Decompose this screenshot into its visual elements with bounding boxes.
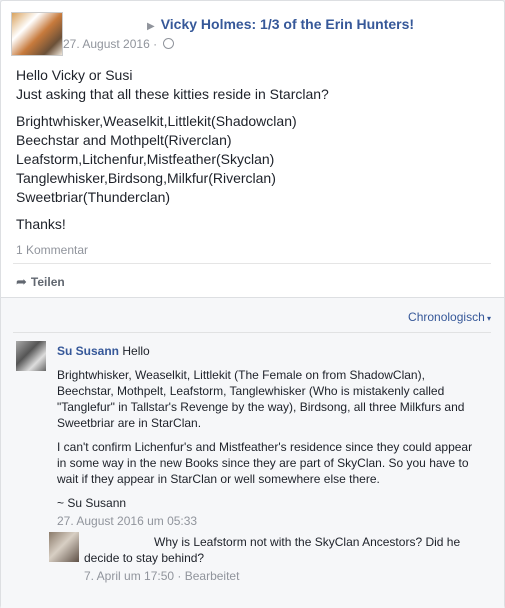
comment-count[interactable]: 1 Kommentar (16, 243, 88, 257)
share-arrow-icon: ➦ (16, 274, 27, 289)
reply-avatar[interactable] (49, 532, 79, 562)
reply-time[interactable]: 7. April um 17:50 (84, 569, 174, 583)
comment-paragraph: Brightwhisker, Weaselkit, Littlekit (The… (57, 368, 465, 430)
body-line: Tanglewhisker,Birdsong,Milkfur(Riverclan… (16, 170, 276, 186)
reply-edited[interactable]: Bearbeitet (185, 569, 240, 583)
sort-dropdown[interactable]: Chronologisch ▾ (408, 310, 491, 324)
share-label: Teilen (30, 275, 65, 289)
page-title-link[interactable]: Vicky Holmes: 1/3 of the Erin Hunters! (161, 16, 414, 32)
post-card: ▶ Vicky Holmes: 1/3 of the Erin Hunters! … (0, 0, 505, 608)
divider (13, 332, 491, 333)
comment: Su Susann Hello Brightwhisker, Weaselkit… (57, 343, 482, 529)
reply-meta: 7. April um 17:50 · Bearbeitet (84, 569, 240, 583)
arrow-right-icon: ▶ (147, 21, 155, 32)
post-title-row: ▶ Vicky Holmes: 1/3 of the Erin Hunters! (147, 16, 414, 32)
body-line: Sweetbriar(Thunderclan) (16, 189, 171, 205)
comment-author[interactable]: Su Susann (57, 344, 119, 358)
globe-icon (163, 38, 175, 49)
caret-down-icon: ▾ (484, 314, 491, 323)
comment-signature: ~ Su Susann (57, 496, 127, 510)
body-line: Brightwhisker,Weaselkit,Littlekit(Shadow… (16, 113, 297, 129)
post-date[interactable]: 27. August 2016 (63, 37, 150, 51)
body-line: Just asking that all these kitties resid… (16, 86, 329, 102)
post-header: ▶ Vicky Holmes: 1/3 of the Erin Hunters! … (11, 12, 501, 57)
comment-paragraph: I can't confirm Lichenfur's and Mistfeat… (57, 440, 473, 486)
share-button[interactable]: ➦ Teilen (16, 274, 65, 290)
body-line: Beechstar and Mothpelt(Riverclan) (16, 132, 232, 148)
comments-section: Chronologisch ▾ Su Susann Hello Brightwh… (1, 297, 504, 608)
reply-text: Why is Leafstorm not with the SkyClan An… (84, 535, 461, 565)
post-body: Hello Vicky or Susi Just asking that all… (16, 66, 496, 234)
sort-label: Chronologisch (408, 310, 485, 324)
post-meta: 27. August 2016 · (63, 37, 175, 51)
body-line: Leafstorm,Litchenfur,Mistfeather(Skyclan… (16, 151, 275, 167)
page-avatar[interactable] (11, 12, 63, 56)
commenter-avatar[interactable] (16, 341, 46, 371)
meta-separator: · (153, 37, 158, 51)
reply: Why is Leafstorm not with the SkyClan An… (84, 534, 484, 584)
comment-time[interactable]: 27. August 2016 um 05:33 (57, 513, 482, 529)
divider (13, 263, 491, 264)
body-line: Thanks! (16, 216, 66, 232)
body-line: Hello Vicky or Susi (16, 67, 133, 83)
comment-greeting: Hello (122, 344, 150, 358)
